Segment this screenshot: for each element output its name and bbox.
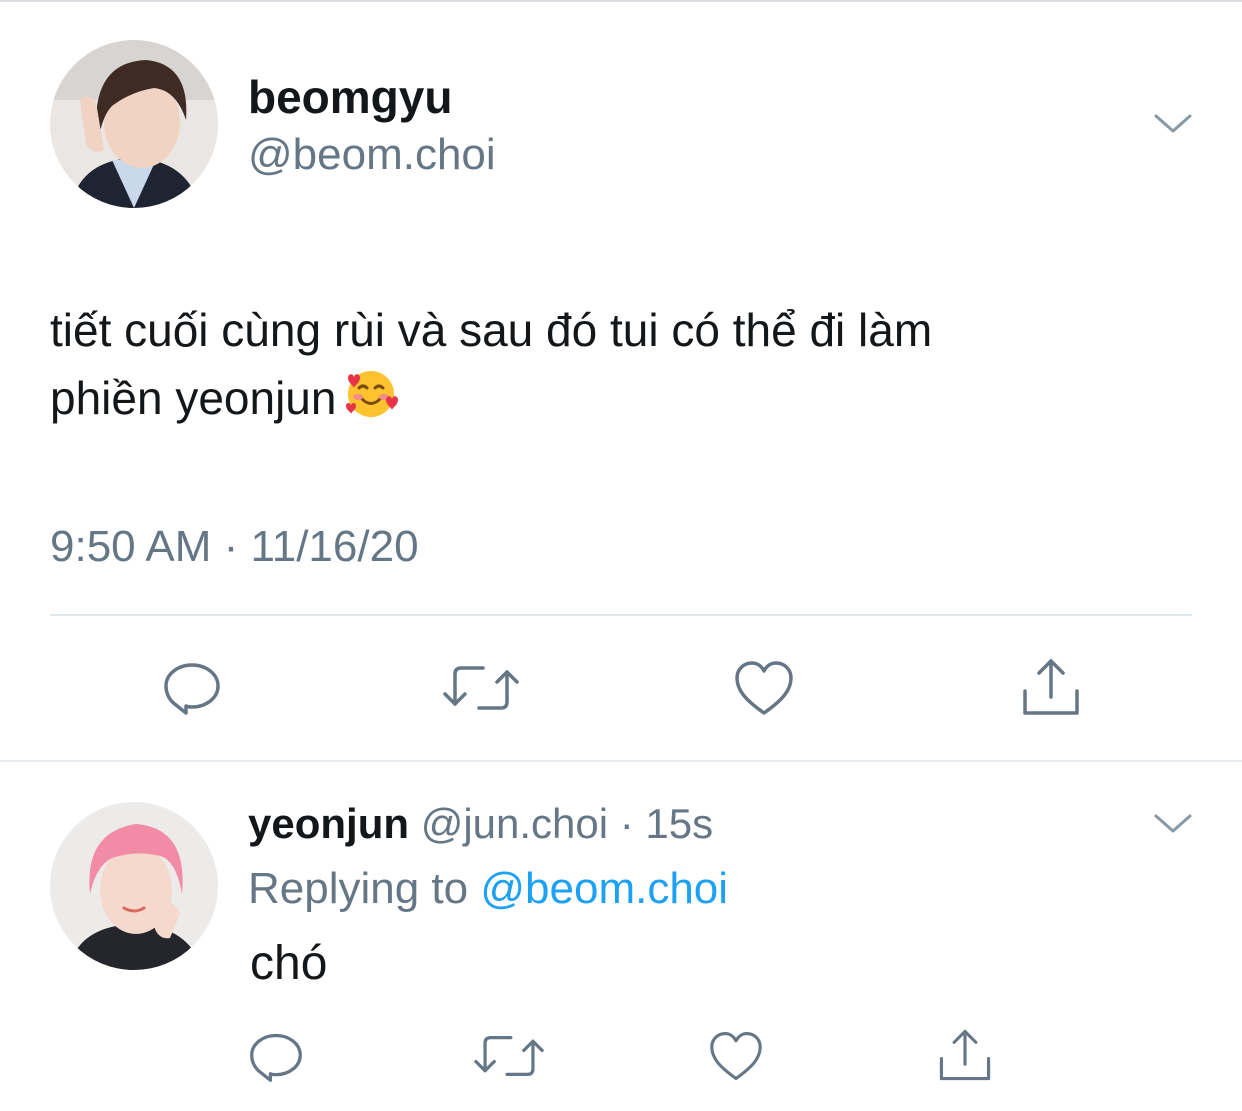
- retweet-icon[interactable]: [443, 658, 519, 718]
- reply-icon[interactable]: [160, 655, 224, 719]
- retweet-icon[interactable]: [474, 1028, 544, 1084]
- like-icon[interactable]: [732, 656, 796, 720]
- display-name[interactable]: beomgyu: [248, 70, 452, 124]
- tweet-text-fragment: phiền yeonjun: [50, 372, 337, 424]
- tweet-text-line: phiền yeonjun: [50, 364, 1190, 440]
- reply-display-name[interactable]: yeonjun: [248, 800, 409, 847]
- share-icon[interactable]: [934, 1024, 996, 1086]
- chevron-down-icon[interactable]: [1152, 108, 1194, 143]
- reply-text: chó: [250, 937, 328, 990]
- separator-dot: ·: [608, 800, 646, 847]
- section-divider: [0, 760, 1242, 762]
- reply-timestamp[interactable]: 15s: [645, 800, 713, 847]
- divider: [50, 614, 1192, 616]
- avatar[interactable]: [50, 40, 218, 208]
- top-border: [0, 0, 1242, 2]
- reply-header: yeonjun @jun.choi · 15s: [248, 800, 713, 848]
- user-handle[interactable]: @beom.choi: [248, 130, 496, 180]
- smiling-face-with-hearts-icon: [342, 366, 400, 440]
- reply-icon[interactable]: [246, 1026, 306, 1086]
- reply-avatar[interactable]: [50, 802, 218, 970]
- tweet-text: tiết cuối cùng rùi và sau đó tui có thể …: [50, 296, 1190, 440]
- timestamp[interactable]: 9:50 AM · 11/16/20: [50, 522, 419, 572]
- share-icon[interactable]: [1018, 654, 1084, 720]
- replying-to-link[interactable]: @beom.choi: [480, 864, 728, 913]
- like-icon[interactable]: [706, 1026, 766, 1086]
- replying-to: Replying to @beom.choi: [248, 864, 728, 914]
- tweet-text-line: tiết cuối cùng rùi và sau đó tui có thể …: [50, 304, 933, 356]
- chevron-down-icon[interactable]: [1152, 808, 1194, 843]
- replying-to-label: Replying to: [248, 864, 481, 913]
- reply-user-handle[interactable]: @jun.choi: [421, 800, 608, 847]
